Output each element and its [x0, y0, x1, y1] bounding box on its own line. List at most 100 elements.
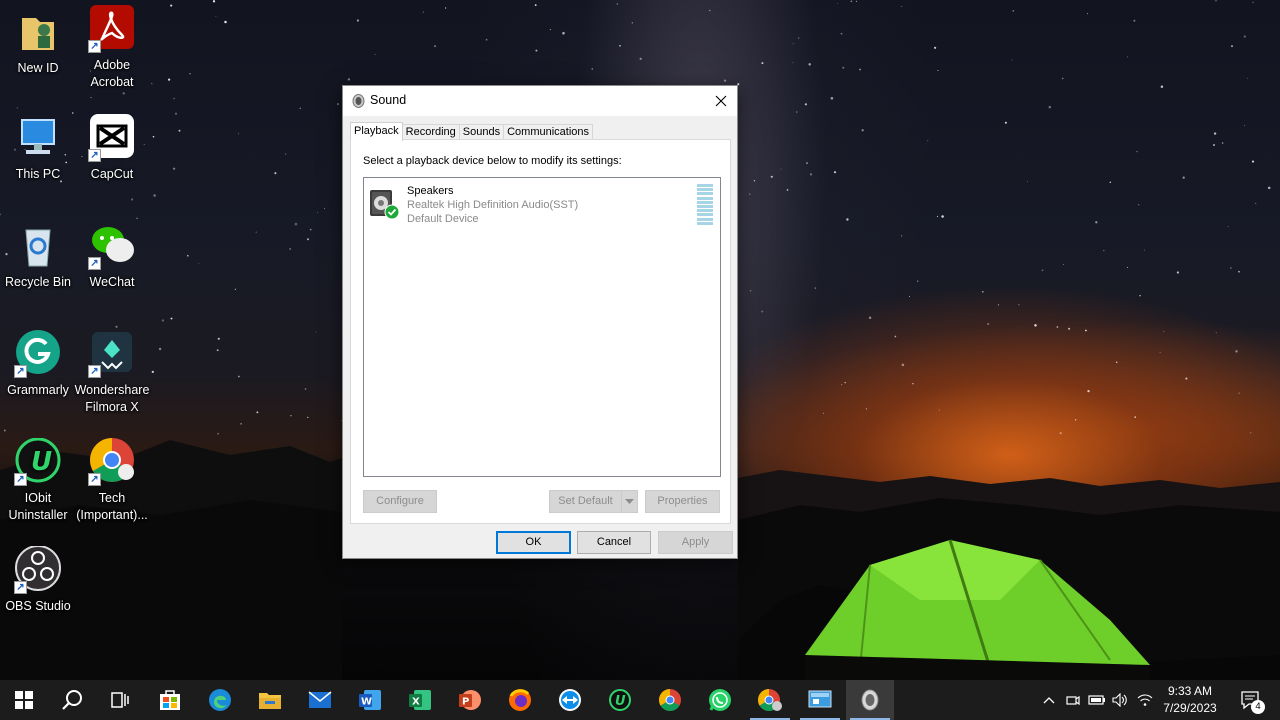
- whatsapp-icon: [709, 689, 731, 711]
- apply-button[interactable]: Apply: [658, 531, 733, 554]
- desktop-icon-label: IObit Uninstaller: [8, 491, 68, 522]
- taskbar: W X P U 9:33 AM 7/29/2023 4: [0, 680, 1280, 720]
- desktop-icon-label: Recycle Bin: [5, 275, 71, 289]
- tray-volume[interactable]: [1110, 680, 1132, 720]
- svg-text:W: W: [361, 697, 372, 708]
- desktop-icon-grammarly[interactable]: ↗ Grammarly: [0, 330, 76, 399]
- wifi-icon: [1137, 694, 1153, 706]
- tab-strip: Playback Recording Sounds Communications: [350, 122, 594, 141]
- windows-icon: [15, 691, 33, 709]
- taskbar-teamviewer[interactable]: [546, 680, 594, 720]
- desktop-icon-label: New ID: [17, 61, 59, 75]
- desktop-icon-filmora[interactable]: ↗ Wondershare Filmora X: [74, 330, 150, 416]
- taskbar-control-panel[interactable]: [796, 680, 844, 720]
- action-center-button[interactable]: 4: [1230, 680, 1270, 720]
- volume-icon: [1112, 693, 1127, 707]
- desktop-icon-label: Grammarly: [7, 383, 69, 397]
- cancel-button[interactable]: Cancel: [577, 531, 651, 554]
- close-icon: [715, 95, 727, 107]
- dialog-title: Sound: [370, 93, 407, 107]
- tray-battery[interactable]: [1086, 680, 1108, 720]
- task-view-icon: [111, 692, 129, 708]
- taskbar-word[interactable]: W: [346, 680, 394, 720]
- set-default-dropdown[interactable]: [621, 490, 638, 513]
- taskbar-whatsapp[interactable]: [696, 680, 744, 720]
- shortcut-arrow-icon: ↗: [88, 257, 101, 270]
- set-default-button[interactable]: Set Default: [549, 490, 621, 513]
- store-icon: [160, 690, 180, 710]
- taskbar-excel[interactable]: X: [396, 680, 444, 720]
- shortcut-arrow-icon: ↗: [88, 40, 101, 53]
- tray-meet-now[interactable]: [1062, 680, 1084, 720]
- desktop-icon-iobit[interactable]: U ↗ IObit Uninstaller: [0, 437, 76, 524]
- desktop-icon-label: This PC: [15, 167, 61, 181]
- adobe-acrobat-icon: ↗: [88, 5, 136, 53]
- svg-text:U: U: [615, 694, 626, 709]
- taskbar-iobit[interactable]: U: [596, 680, 644, 720]
- shortcut-arrow-icon: ↗: [14, 581, 27, 594]
- folder-icon: [14, 8, 62, 56]
- show-hidden-icons-button[interactable]: [1038, 680, 1060, 720]
- taskbar-firefox[interactable]: [496, 680, 544, 720]
- instruction-text: Select a playback device below to modify…: [363, 155, 622, 167]
- chrome-icon: [659, 689, 681, 711]
- tab-playback[interactable]: Playback: [350, 122, 403, 141]
- svg-text:U: U: [31, 447, 52, 477]
- chevron-up-icon: [1043, 697, 1055, 704]
- taskbar-edge[interactable]: [196, 680, 244, 720]
- speaker-icon: [352, 94, 365, 111]
- desktop-icon-tech-chrome[interactable]: ↗ Tech (Important)...: [74, 438, 150, 524]
- desktop-icon-obs[interactable]: ↗ OBS Studio: [0, 545, 76, 615]
- configure-button[interactable]: Configure: [363, 490, 437, 513]
- device-list[interactable]: Speakers Realtek High Definition Audio(S…: [363, 177, 721, 477]
- wechat-icon: ↗: [88, 222, 136, 270]
- desktop-icon-capcut[interactable]: ↗ CapCut: [74, 114, 150, 183]
- shortcut-arrow-icon: ↗: [14, 365, 27, 378]
- shortcut-arrow-icon: ↗: [88, 149, 101, 162]
- clock-date: 7/29/2023: [1163, 701, 1217, 715]
- taskbar-chrome[interactable]: [646, 680, 694, 720]
- edge-icon: [209, 689, 231, 711]
- device-status: Default Device: [407, 213, 479, 225]
- close-button[interactable]: [705, 86, 737, 116]
- desktop-icon-label: Wondershare Filmora X: [74, 383, 150, 414]
- taskbar-clock[interactable]: 9:33 AM 7/29/2023: [1158, 683, 1222, 717]
- capcut-icon: ↗: [88, 114, 136, 162]
- control-panel-icon: [808, 690, 832, 708]
- notification-badge: 4: [1251, 700, 1265, 714]
- task-view-button[interactable]: [96, 680, 144, 720]
- desktop-icon-label: CapCut: [90, 167, 134, 181]
- folder-icon: [259, 693, 281, 709]
- start-button[interactable]: [0, 680, 48, 720]
- dialog-titlebar[interactable]: Sound: [343, 86, 737, 116]
- computer-icon: [14, 114, 62, 162]
- taskbar-sound[interactable]: [846, 680, 894, 720]
- recycle-bin-icon: [14, 222, 62, 270]
- desktop-icon-wechat[interactable]: ↗ WeChat: [74, 222, 150, 291]
- desktop-icon-new-id[interactable]: New ID: [0, 8, 76, 77]
- device-item-speakers[interactable]: Speakers Realtek High Definition Audio(S…: [368, 184, 718, 228]
- desktop-icon-label: OBS Studio: [5, 599, 71, 613]
- tray-wifi[interactable]: [1134, 680, 1156, 720]
- grammarly-icon: ↗: [14, 330, 62, 378]
- taskbar-mail[interactable]: [296, 680, 344, 720]
- desktop-icon-adobe-acrobat[interactable]: ↗ Adobe Acrobat: [74, 5, 150, 91]
- desktop-icon-label: Adobe Acrobat: [90, 58, 134, 89]
- word-icon: W: [359, 690, 381, 710]
- firefox-icon: [509, 689, 531, 711]
- ok-button[interactable]: OK: [496, 531, 571, 554]
- shortcut-arrow-icon: ↗: [88, 473, 101, 486]
- taskbar-file-explorer[interactable]: [246, 680, 294, 720]
- search-button[interactable]: [48, 680, 96, 720]
- shortcut-arrow-icon: ↗: [88, 365, 101, 378]
- camera-icon: [1066, 695, 1080, 706]
- properties-button[interactable]: Properties: [645, 490, 720, 513]
- taskbar-store[interactable]: [146, 680, 194, 720]
- taskbar-powerpoint[interactable]: P: [446, 680, 494, 720]
- desktop-icon-this-pc[interactable]: This PC: [0, 114, 76, 183]
- obs-studio-icon: ↗: [14, 545, 62, 594]
- search-icon: [62, 690, 82, 710]
- desktop-icon-recycle-bin[interactable]: Recycle Bin: [0, 222, 76, 291]
- taskbar-chrome-profile[interactable]: [746, 680, 794, 720]
- battery-icon: [1088, 695, 1105, 705]
